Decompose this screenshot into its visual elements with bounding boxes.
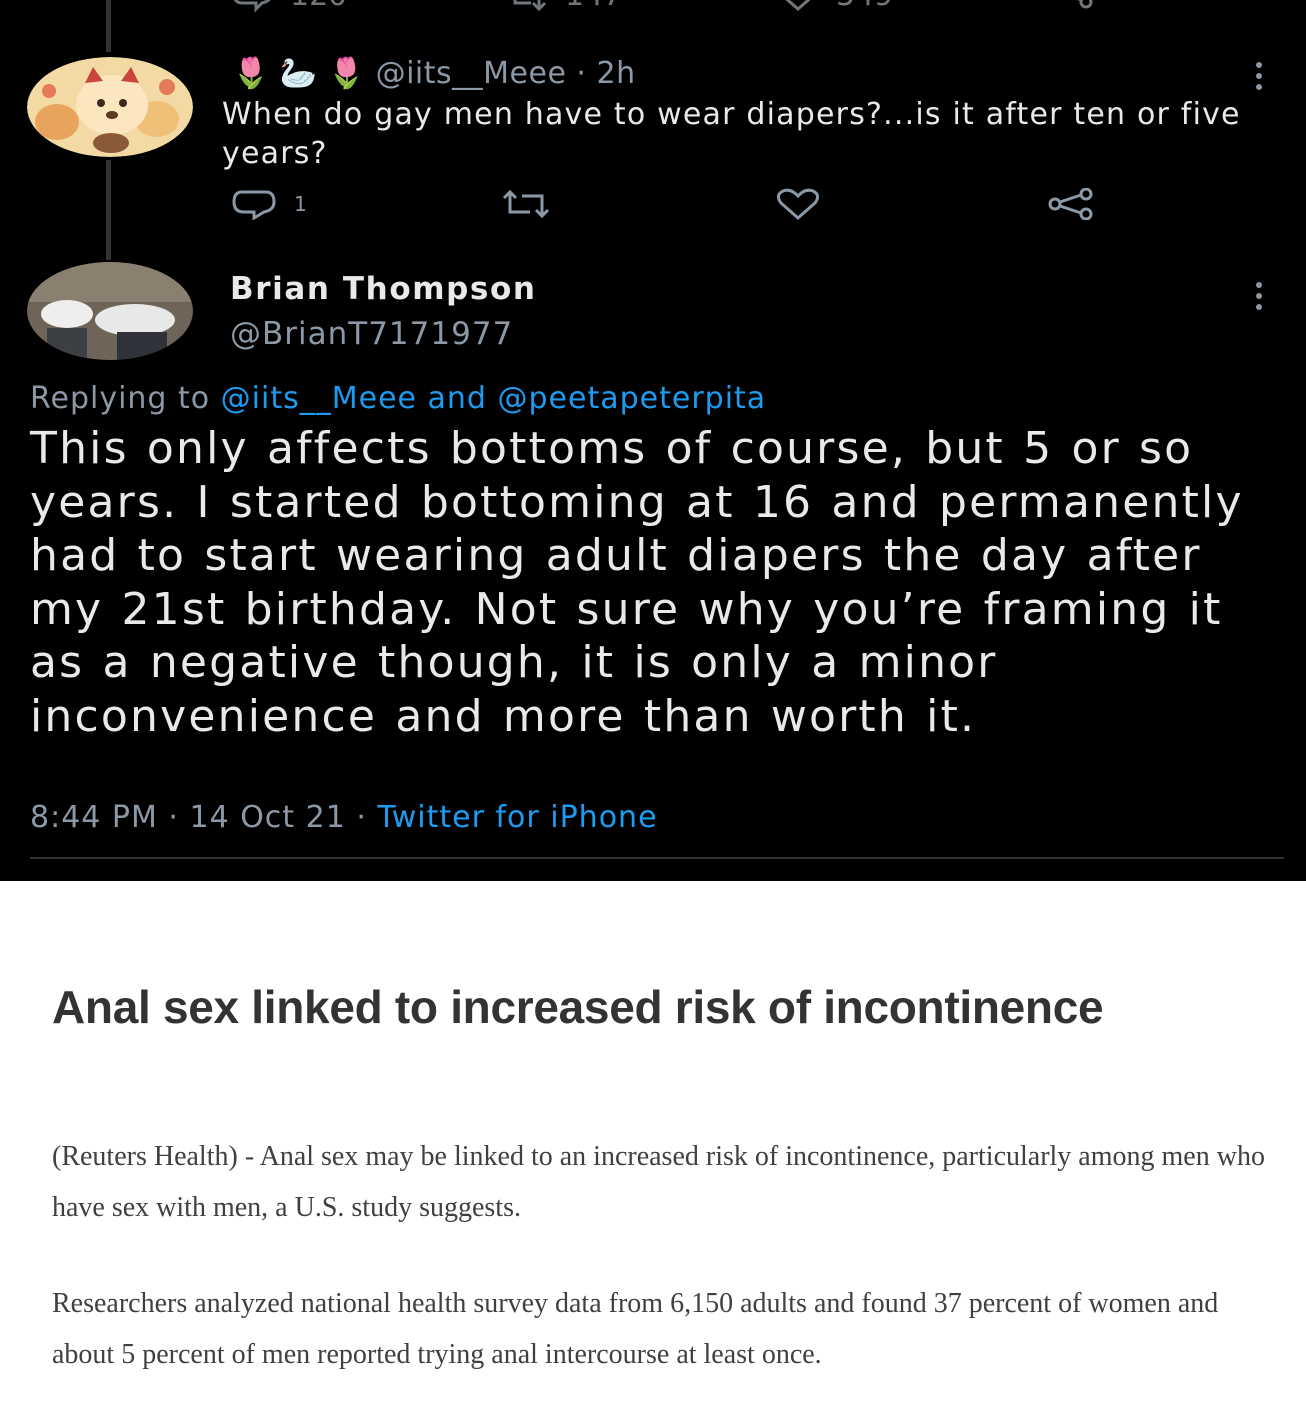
author-name[interactable]: Brian Thompson: [230, 271, 537, 307]
comment-icon: [232, 190, 276, 220]
share-icon: [1048, 188, 1093, 220]
tweet-timestamp-line: 8:44 PM · 14 Oct 21 · Twitter for iPhone: [30, 800, 658, 835]
tweet-timestamp: 8:44 PM · 14 Oct 21 ·: [30, 800, 378, 835]
replying-to-line: Replying to @iits__Meee and @peetapeterp…: [30, 381, 766, 416]
reply-tweet-text: When do gay men have to wear diapers?...…: [222, 97, 1241, 171]
tulip-emoji: 🌷: [327, 56, 366, 91]
prev-like-count: 549: [836, 0, 893, 13]
article-headline: Anal sex linked to increased risk of inc…: [52, 981, 1104, 1033]
more-options-icon[interactable]: [1252, 282, 1266, 310]
retweet-action[interactable]: [500, 188, 552, 220]
article-paragraph: Researchers analyzed national health sur…: [52, 1288, 1219, 1370]
avatar[interactable]: [27, 57, 193, 157]
author-handle[interactable]: @BrianT7171977: [230, 316, 513, 352]
replying-to-links[interactable]: @iits__Meee and @peetapeterpita: [221, 381, 767, 416]
like-action[interactable]: [774, 188, 822, 220]
reply-action[interactable]: 1: [232, 188, 307, 220]
heart-icon: [776, 188, 820, 220]
reply-tweet-meta: 🌷 🦢 🌷 @iits__Meee · 2h: [232, 56, 636, 91]
tulip-emoji: 🌷: [232, 56, 270, 91]
divider: [30, 857, 1284, 859]
heart-icon: [786, 0, 810, 11]
prev-share-action[interactable]: [1048, 0, 1094, 12]
retweet-icon: [513, 0, 547, 11]
replying-prefix: Replying to: [30, 381, 221, 416]
prev-reply-count: 120: [290, 0, 347, 13]
share-icon: [1077, 0, 1093, 9]
avatar-photo-socks-icon: [27, 262, 193, 360]
tweet-source-link[interactable]: Twitter for iPhone: [377, 800, 657, 835]
reply-count: 1: [294, 192, 307, 216]
reply-tweet-actions: 1: [0, 188, 1306, 224]
tweet-screenshot: 120 147 549: [0, 0, 1306, 881]
thread-line-top: [106, 0, 111, 52]
avatar[interactable]: [27, 262, 193, 360]
reply-tweet-time: · 2h: [576, 56, 636, 91]
prev-retweet-action[interactable]: 147: [505, 0, 622, 13]
prev-reply-action[interactable]: 120: [232, 0, 347, 13]
prev-like-action[interactable]: 549: [776, 0, 893, 13]
avatar-cartoon-dog-icon: [27, 57, 193, 157]
main-tweet-text: This only affects bottoms of course, but…: [30, 423, 1244, 742]
comment-icon: [234, 0, 271, 13]
retweet-icon: [502, 189, 550, 219]
swan-emoji: 🦢: [279, 56, 318, 91]
article-paragraph: (Reuters Health) - Anal sex may be linke…: [52, 1141, 1265, 1223]
more-options-icon[interactable]: [1252, 62, 1266, 90]
previous-tweet-actions: 120 147 549: [0, 0, 1306, 18]
reply-tweet-handle[interactable]: @iits__Meee: [376, 56, 567, 91]
prev-retweet-count: 147: [565, 0, 622, 13]
share-action[interactable]: [1046, 188, 1094, 220]
